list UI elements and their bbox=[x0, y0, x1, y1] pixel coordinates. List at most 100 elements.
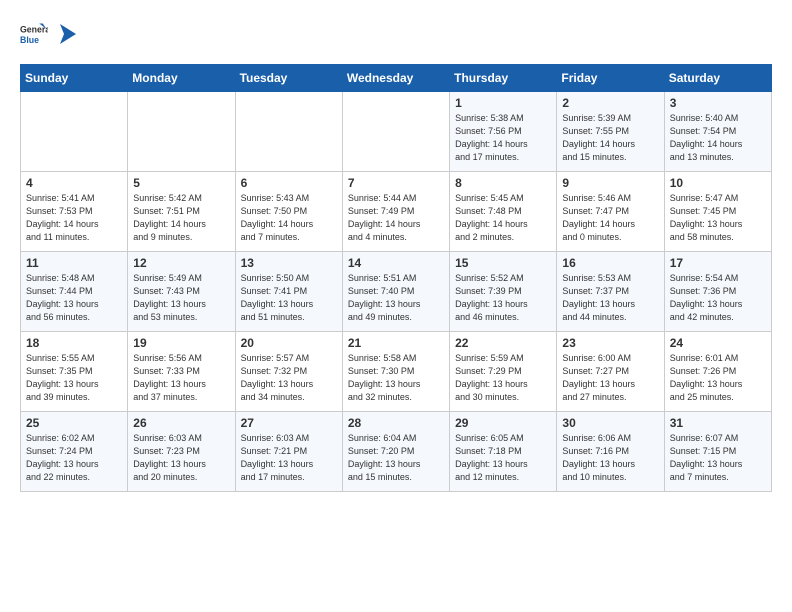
calendar-cell: 19 Sunrise: 5:56 AM Sunset: 7:33 PM Dayli… bbox=[128, 332, 235, 412]
day-number: 12 bbox=[133, 256, 229, 270]
day-info: Sunrise: 5:55 AM Sunset: 7:35 PM Dayligh… bbox=[26, 352, 122, 404]
calendar-cell: 17 Sunrise: 5:54 AM Sunset: 7:36 PM Dayli… bbox=[664, 252, 771, 332]
day-number: 8 bbox=[455, 176, 551, 190]
day-info: Sunrise: 5:44 AM Sunset: 7:49 PM Dayligh… bbox=[348, 192, 444, 244]
day-number: 5 bbox=[133, 176, 229, 190]
day-number: 26 bbox=[133, 416, 229, 430]
day-info: Sunrise: 5:47 AM Sunset: 7:45 PM Dayligh… bbox=[670, 192, 766, 244]
day-info: Sunrise: 5:59 AM Sunset: 7:29 PM Dayligh… bbox=[455, 352, 551, 404]
day-number: 24 bbox=[670, 336, 766, 350]
day-number: 6 bbox=[241, 176, 337, 190]
day-info: Sunrise: 5:49 AM Sunset: 7:43 PM Dayligh… bbox=[133, 272, 229, 324]
calendar-cell: 28 Sunrise: 6:04 AM Sunset: 7:20 PM Dayli… bbox=[342, 412, 449, 492]
day-info: Sunrise: 5:56 AM Sunset: 7:33 PM Dayligh… bbox=[133, 352, 229, 404]
calendar-cell: 26 Sunrise: 6:03 AM Sunset: 7:23 PM Dayli… bbox=[128, 412, 235, 492]
day-number: 9 bbox=[562, 176, 658, 190]
calendar-cell: 14 Sunrise: 5:51 AM Sunset: 7:40 PM Dayli… bbox=[342, 252, 449, 332]
calendar-week-3: 11Sunrise: 5:48 AM Sunset: 7:44 PM Dayli… bbox=[21, 252, 772, 332]
day-number: 17 bbox=[670, 256, 766, 270]
day-number: 14 bbox=[348, 256, 444, 270]
calendar-cell: 1 Sunrise: 5:38 AM Sunset: 7:56 PM Daylig… bbox=[450, 92, 557, 172]
calendar-cell bbox=[235, 92, 342, 172]
day-info: Sunrise: 5:42 AM Sunset: 7:51 PM Dayligh… bbox=[133, 192, 229, 244]
calendar-cell: 12 Sunrise: 5:49 AM Sunset: 7:43 PM Dayli… bbox=[128, 252, 235, 332]
day-info: Sunrise: 5:40 AM Sunset: 7:54 PM Dayligh… bbox=[670, 112, 766, 164]
calendar-cell: 8Sunrise: 5:45 AM Sunset: 7:48 PM Daylig… bbox=[450, 172, 557, 252]
header-wednesday: Wednesday bbox=[342, 65, 449, 92]
day-info: Sunrise: 5:54 AM Sunset: 7:36 PM Dayligh… bbox=[670, 272, 766, 324]
day-number: 29 bbox=[455, 416, 551, 430]
day-number: 7 bbox=[348, 176, 444, 190]
calendar-cell: 13Sunrise: 5:50 AM Sunset: 7:41 PM Dayli… bbox=[235, 252, 342, 332]
calendar-cell: 10 Sunrise: 5:47 AM Sunset: 7:45 PM Dayli… bbox=[664, 172, 771, 252]
day-number: 30 bbox=[562, 416, 658, 430]
day-number: 15 bbox=[455, 256, 551, 270]
day-info: Sunrise: 6:00 AM Sunset: 7:27 PM Dayligh… bbox=[562, 352, 658, 404]
logo-arrow-icon bbox=[56, 24, 76, 44]
day-number: 2 bbox=[562, 96, 658, 110]
day-info: Sunrise: 5:41 AM Sunset: 7:53 PM Dayligh… bbox=[26, 192, 122, 244]
day-info: Sunrise: 5:50 AM Sunset: 7:41 PM Dayligh… bbox=[241, 272, 337, 324]
day-info: Sunrise: 6:04 AM Sunset: 7:20 PM Dayligh… bbox=[348, 432, 444, 484]
day-number: 20 bbox=[241, 336, 337, 350]
day-number: 3 bbox=[670, 96, 766, 110]
calendar-cell: 22 Sunrise: 5:59 AM Sunset: 7:29 PM Dayli… bbox=[450, 332, 557, 412]
header-tuesday: Tuesday bbox=[235, 65, 342, 92]
header-thursday: Thursday bbox=[450, 65, 557, 92]
calendar-week-5: 25 Sunrise: 6:02 AM Sunset: 7:24 PM Dayli… bbox=[21, 412, 772, 492]
logo-icon: General Blue bbox=[20, 20, 48, 48]
day-number: 31 bbox=[670, 416, 766, 430]
logo: General Blue bbox=[20, 20, 76, 48]
day-number: 27 bbox=[241, 416, 337, 430]
calendar-week-4: 18 Sunrise: 5:55 AM Sunset: 7:35 PM Dayli… bbox=[21, 332, 772, 412]
calendar-cell: 27 Sunrise: 6:03 AM Sunset: 7:21 PM Dayli… bbox=[235, 412, 342, 492]
calendar-cell: 3 Sunrise: 5:40 AM Sunset: 7:54 PM Daylig… bbox=[664, 92, 771, 172]
day-number: 1 bbox=[455, 96, 551, 110]
calendar-cell: 7 Sunrise: 5:44 AM Sunset: 7:49 PM Daylig… bbox=[342, 172, 449, 252]
day-info: Sunrise: 6:06 AM Sunset: 7:16 PM Dayligh… bbox=[562, 432, 658, 484]
day-number: 28 bbox=[348, 416, 444, 430]
calendar-cell: 29 Sunrise: 6:05 AM Sunset: 7:18 PM Dayli… bbox=[450, 412, 557, 492]
day-number: 22 bbox=[455, 336, 551, 350]
calendar-cell: 5 Sunrise: 5:42 AM Sunset: 7:51 PM Daylig… bbox=[128, 172, 235, 252]
header-row: SundayMondayTuesdayWednesdayThursdayFrid… bbox=[21, 65, 772, 92]
calendar-cell: 15 Sunrise: 5:52 AM Sunset: 7:39 PM Dayli… bbox=[450, 252, 557, 332]
header-saturday: Saturday bbox=[664, 65, 771, 92]
day-number: 11 bbox=[26, 256, 122, 270]
day-number: 25 bbox=[26, 416, 122, 430]
day-number: 16 bbox=[562, 256, 658, 270]
day-info: Sunrise: 6:02 AM Sunset: 7:24 PM Dayligh… bbox=[26, 432, 122, 484]
day-info: Sunrise: 6:03 AM Sunset: 7:23 PM Dayligh… bbox=[133, 432, 229, 484]
day-number: 10 bbox=[670, 176, 766, 190]
calendar-cell: 31 Sunrise: 6:07 AM Sunset: 7:15 PM Dayli… bbox=[664, 412, 771, 492]
header-sunday: Sunday bbox=[21, 65, 128, 92]
day-info: Sunrise: 6:07 AM Sunset: 7:15 PM Dayligh… bbox=[670, 432, 766, 484]
day-info: Sunrise: 5:39 AM Sunset: 7:55 PM Dayligh… bbox=[562, 112, 658, 164]
day-info: Sunrise: 6:01 AM Sunset: 7:26 PM Dayligh… bbox=[670, 352, 766, 404]
day-info: Sunrise: 6:03 AM Sunset: 7:21 PM Dayligh… bbox=[241, 432, 337, 484]
day-info: Sunrise: 5:46 AM Sunset: 7:47 PM Dayligh… bbox=[562, 192, 658, 244]
page-header: General Blue bbox=[20, 20, 772, 48]
day-number: 21 bbox=[348, 336, 444, 350]
calendar-cell: 9 Sunrise: 5:46 AM Sunset: 7:47 PM Daylig… bbox=[557, 172, 664, 252]
day-number: 23 bbox=[562, 336, 658, 350]
calendar-cell bbox=[342, 92, 449, 172]
day-info: Sunrise: 5:43 AM Sunset: 7:50 PM Dayligh… bbox=[241, 192, 337, 244]
calendar-cell: 2 Sunrise: 5:39 AM Sunset: 7:55 PM Daylig… bbox=[557, 92, 664, 172]
day-number: 4 bbox=[26, 176, 122, 190]
calendar-cell: 21 Sunrise: 5:58 AM Sunset: 7:30 PM Dayli… bbox=[342, 332, 449, 412]
calendar-cell: 6 Sunrise: 5:43 AM Sunset: 7:50 PM Daylig… bbox=[235, 172, 342, 252]
day-info: Sunrise: 6:05 AM Sunset: 7:18 PM Dayligh… bbox=[455, 432, 551, 484]
day-info: Sunrise: 5:58 AM Sunset: 7:30 PM Dayligh… bbox=[348, 352, 444, 404]
day-info: Sunrise: 5:52 AM Sunset: 7:39 PM Dayligh… bbox=[455, 272, 551, 324]
calendar-cell: 24 Sunrise: 6:01 AM Sunset: 7:26 PM Dayli… bbox=[664, 332, 771, 412]
day-info: Sunrise: 5:38 AM Sunset: 7:56 PM Dayligh… bbox=[455, 112, 551, 164]
day-number: 19 bbox=[133, 336, 229, 350]
day-number: 18 bbox=[26, 336, 122, 350]
calendar-cell: 4 Sunrise: 5:41 AM Sunset: 7:53 PM Daylig… bbox=[21, 172, 128, 252]
calendar-cell bbox=[21, 92, 128, 172]
calendar-cell: 20Sunrise: 5:57 AM Sunset: 7:32 PM Dayli… bbox=[235, 332, 342, 412]
day-info: Sunrise: 5:51 AM Sunset: 7:40 PM Dayligh… bbox=[348, 272, 444, 324]
calendar-cell: 23 Sunrise: 6:00 AM Sunset: 7:27 PM Dayli… bbox=[557, 332, 664, 412]
header-monday: Monday bbox=[128, 65, 235, 92]
